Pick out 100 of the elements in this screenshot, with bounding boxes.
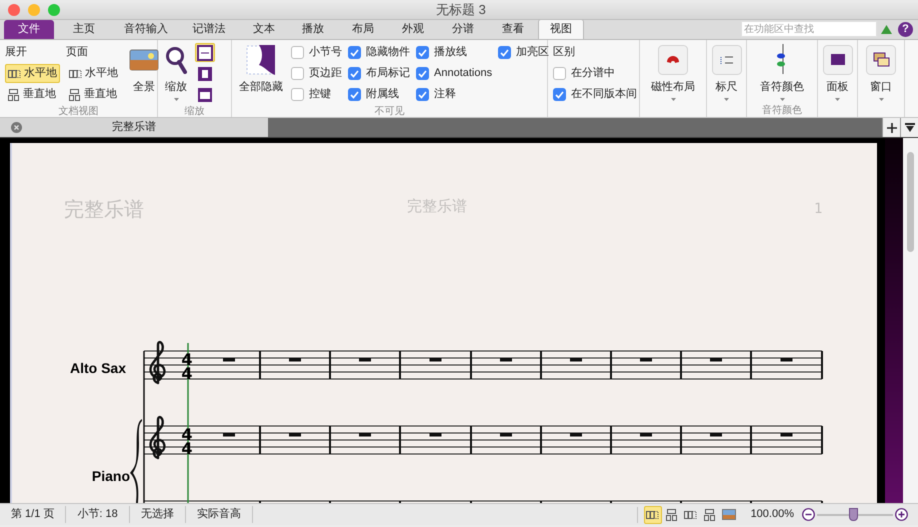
document-tab[interactable]: 完整乐谱 [0, 118, 268, 137]
ribbon-button[interactable]: 全部隐藏 [237, 43, 285, 104]
ribbon-button[interactable]: 面板 [820, 43, 854, 103]
view-toggle[interactable]: 垂直地 [66, 85, 121, 104]
checkbox[interactable]: 布局标记 [348, 64, 410, 83]
ribbon-tab[interactable]: 主页 [54, 20, 114, 39]
checkbox[interactable]: 页边距 [291, 64, 342, 83]
ribbon-tab[interactable]: 文本 [240, 20, 288, 39]
checkbox[interactable]: 控键 [291, 85, 342, 104]
group-label: 音符颜色 [761, 104, 803, 117]
whole-rest [570, 433, 582, 436]
ribbon-button[interactable]: 标尺 [710, 43, 744, 103]
whole-rest [780, 358, 792, 362]
zoom-level: 100.00% [750, 507, 794, 522]
whole-rest [640, 433, 652, 436]
view-toggle[interactable]: 垂直地 [5, 85, 60, 104]
status-text: 实际音高 [186, 506, 253, 523]
status-text: 无选择 [130, 506, 186, 523]
ribbon-button[interactable]: 磁性布局 [649, 43, 697, 103]
checkbox[interactable]: 注释 [416, 85, 492, 104]
scrollbar[interactable] [903, 138, 918, 503]
checkmark-icon [418, 48, 427, 56]
whole-rest [640, 358, 652, 362]
slider-thumb[interactable] [849, 508, 858, 520]
tab-menu-button[interactable] [900, 118, 918, 137]
checkmark-icon [350, 90, 359, 98]
actual-size-icon [197, 44, 213, 60]
add-tab-button[interactable] [882, 118, 900, 137]
group-label: 文档视图 [58, 104, 100, 118]
checkbox[interactable]: 加亮区 [498, 43, 550, 62]
panel-icon [822, 43, 852, 77]
zoom-slider[interactable] [817, 508, 893, 522]
vertical-pages-icon [666, 508, 678, 520]
horizontal-pages-icon [684, 510, 698, 520]
checkmark-icon [418, 70, 427, 78]
ribbon-tab[interactable]: 播放 [288, 20, 338, 39]
zoom-out-icon[interactable] [802, 508, 815, 521]
whole-rest [430, 433, 442, 436]
help-button[interactable]: ? [898, 22, 913, 37]
ribbon-tab[interactable]: 分谱 [438, 20, 488, 39]
status-text: 第 1/1 页 [0, 506, 66, 523]
ribbon-tab[interactable]: 查看 [488, 20, 538, 39]
checkmark-icon [350, 48, 359, 56]
page-icon [198, 66, 212, 80]
ribbon-button[interactable]: 全景 [127, 43, 161, 104]
instrument-name: Piano [92, 468, 130, 484]
view-toggle[interactable]: 水平地 [5, 64, 60, 83]
group-label: 缩放 [184, 104, 206, 118]
vertical-pages-icon [69, 88, 81, 100]
whole-rest [223, 433, 235, 436]
view-button[interactable] [644, 506, 662, 524]
checkmark-icon [500, 48, 510, 56]
ribbon-tab[interactable]: 外观 [388, 20, 438, 39]
checkbox[interactable]: 播放线 [416, 43, 492, 62]
ribbon-tab[interactable]: 视图 [538, 19, 584, 39]
whole-rest [780, 433, 792, 436]
group-label: 不可见 [374, 105, 406, 118]
search-field[interactable]: 在功能区中查找 [741, 21, 877, 37]
zoom-in-icon[interactable] [895, 508, 908, 521]
whole-rest [710, 358, 722, 362]
windows-icon [866, 43, 896, 77]
horizontal-pages-icon [8, 68, 21, 78]
checkbox[interactable]: 附属线 [348, 85, 410, 104]
ribbon-tab[interactable]: 音符输入 [114, 20, 178, 39]
view-toggle[interactable]: 水平地 [66, 64, 121, 83]
checkbox[interactable]: 在分谱中 [553, 64, 637, 83]
whole-rest [223, 358, 235, 362]
ribbon-tab[interactable]: 布局 [338, 20, 388, 39]
zoom-option-button[interactable] [195, 43, 215, 62]
dropdown-icon [904, 123, 914, 132]
plus-icon [886, 122, 896, 132]
ribbon-tab[interactable]: 文件 [4, 20, 54, 39]
ribbon-button[interactable]: 音符颜色 [758, 43, 806, 103]
checkbox[interactable]: 隐藏物件 [348, 43, 410, 62]
ribbon-tab[interactable]: 记谱法 [178, 20, 240, 39]
zoom-option-button[interactable] [195, 85, 215, 104]
ribbon-button[interactable]: 缩放 [163, 43, 189, 104]
zoom-option-button[interactable] [195, 64, 215, 83]
close-icon[interactable] [11, 122, 22, 133]
section-heading: 展开 [5, 45, 28, 60]
vertical-pages-icon [704, 508, 716, 520]
checkbox[interactable]: 在不同版本间 [553, 85, 637, 104]
page-width-icon [198, 88, 212, 102]
magnet-icon [658, 43, 688, 77]
curtain-icon [245, 43, 277, 77]
horizontal-pages-icon [646, 510, 660, 520]
whole-rest [359, 358, 371, 362]
status-text: 小节: 18 [66, 506, 130, 523]
checkmark-icon [418, 90, 427, 98]
checkbox[interactable]: Annotations [416, 64, 492, 83]
ribbon-button[interactable]: 窗口 [864, 43, 898, 103]
horizontal-pages-icon [69, 68, 82, 78]
whole-rest [710, 433, 722, 436]
checkbox[interactable]: 小节号 [291, 43, 342, 62]
checkmark-icon [350, 70, 359, 78]
panorama-icon [722, 509, 736, 520]
scrollbar-thumb[interactable] [907, 152, 914, 252]
whole-rest [289, 433, 301, 436]
collapse-ribbon-icon[interactable] [881, 25, 892, 34]
ruler-icon [712, 43, 742, 77]
